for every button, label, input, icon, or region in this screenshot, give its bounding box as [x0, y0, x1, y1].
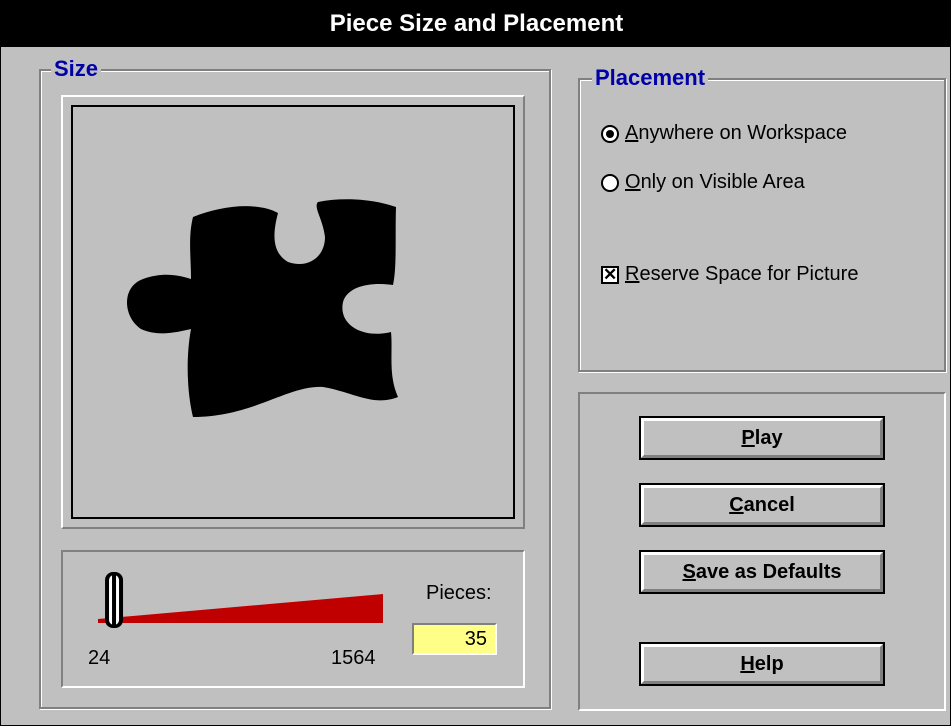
- slider-ramp: [98, 594, 383, 623]
- piece-size-dialog: Piece Size and Placement Size 24 1564 Pi…: [0, 0, 951, 726]
- pieces-label: Pieces:: [426, 582, 492, 604]
- radio-only-visible[interactable]: Only on Visible Area: [601, 171, 805, 194]
- pieces-count-field[interactable]: 35: [412, 623, 497, 655]
- slider-thumb[interactable]: [105, 572, 124, 628]
- piece-count-slider[interactable]: [88, 567, 398, 637]
- slider-panel: 24 1564 Pieces:: [61, 550, 525, 688]
- help-button[interactable]: Help: [639, 642, 885, 686]
- checkbox-reserve-indicator[interactable]: ✕: [601, 265, 619, 284]
- placement-legend: Placement: [592, 66, 709, 90]
- title-bar: Piece Size and Placement: [1, 1, 951, 47]
- play-button[interactable]: Play: [639, 416, 885, 460]
- piece-preview-frame: [71, 105, 515, 519]
- radio-anywhere-label: Anywhere on Workspace: [625, 122, 847, 144]
- window-title: Piece Size and Placement: [329, 10, 624, 37]
- radio-visible-indicator[interactable]: [601, 173, 619, 192]
- piece-preview-panel: [61, 95, 525, 529]
- cancel-button[interactable]: Cancel: [639, 483, 885, 527]
- puzzle-piece-icon: [127, 199, 398, 417]
- checkbox-reserve-label: Reserve Space for Picture: [625, 263, 859, 285]
- slider-min-label: 24: [88, 647, 111, 669]
- save-defaults-button[interactable]: Save as Defaults: [639, 550, 885, 594]
- radio-anywhere-workspace[interactable]: Anywhere on Workspace: [601, 122, 847, 145]
- slider-max-label: 1564: [331, 647, 376, 669]
- checkbox-reserve-space[interactable]: ✕ Reserve Space for Picture: [601, 263, 858, 286]
- radio-anywhere-indicator[interactable]: [601, 124, 619, 143]
- size-legend: Size: [51, 57, 102, 81]
- radio-visible-label: Only on Visible Area: [625, 171, 805, 193]
